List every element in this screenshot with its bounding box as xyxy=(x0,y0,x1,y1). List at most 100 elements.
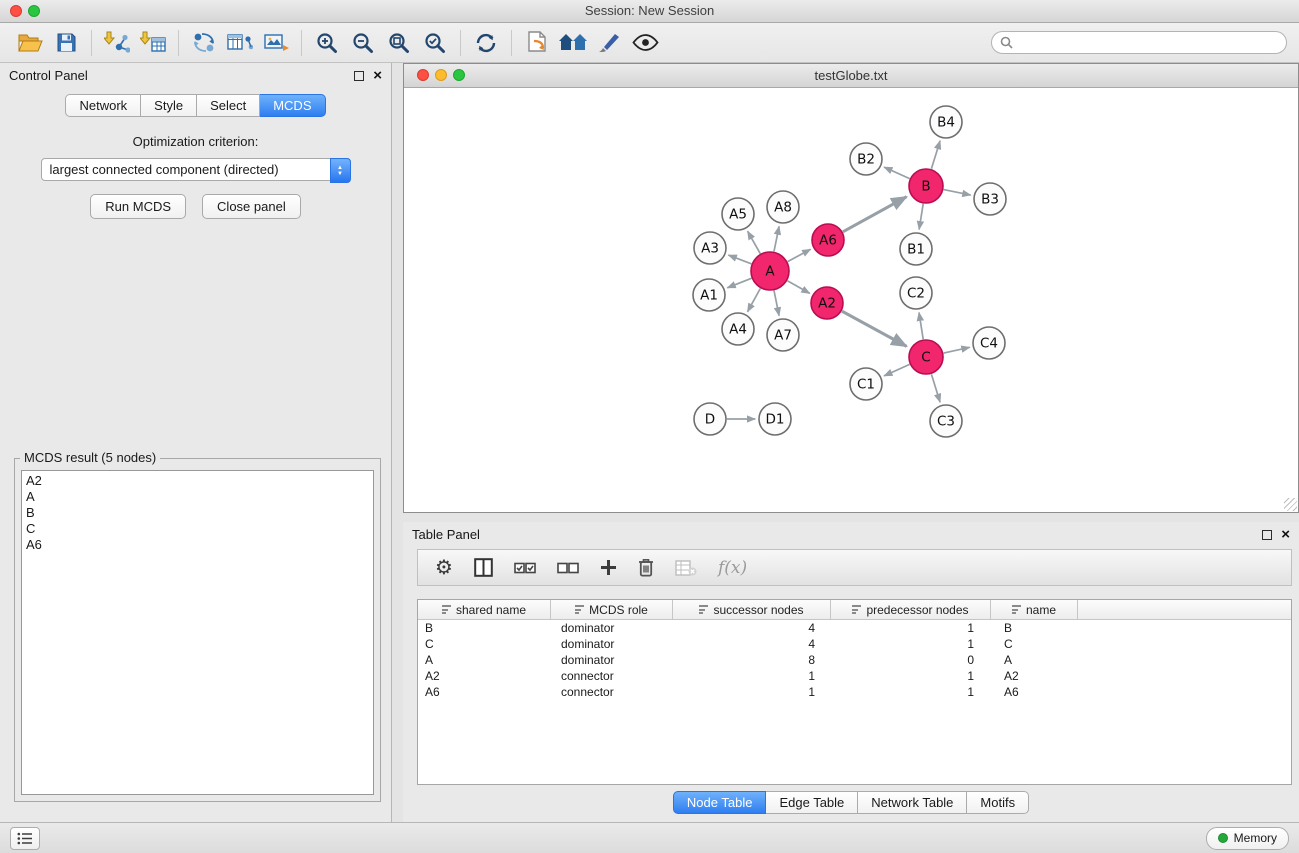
delete-table-button[interactable] xyxy=(675,560,697,576)
tab-style[interactable]: Style xyxy=(141,94,197,117)
export-image-button[interactable] xyxy=(258,27,294,59)
graph-node-C1[interactable]: C1 xyxy=(850,368,882,400)
graph-node-A6[interactable]: A6 xyxy=(812,224,844,256)
zoom-in-button[interactable] xyxy=(309,27,345,59)
delete-column-button[interactable] xyxy=(638,558,654,577)
float-table-panel-icon[interactable] xyxy=(1262,530,1272,540)
graph-node-A1[interactable]: A1 xyxy=(693,279,725,311)
column-header[interactable]: shared name xyxy=(418,600,551,619)
graph-node-A7[interactable]: A7 xyxy=(767,319,799,351)
function-builder-button[interactable]: f(x) xyxy=(718,558,747,578)
table-row[interactable]: Bdominator41B xyxy=(418,620,1291,636)
graph-node-D1[interactable]: D1 xyxy=(759,403,791,435)
search-input[interactable] xyxy=(1019,35,1278,51)
close-table-panel-icon[interactable]: × xyxy=(1281,530,1290,540)
graph-node-C2[interactable]: C2 xyxy=(900,277,932,309)
tab-select[interactable]: Select xyxy=(197,94,260,117)
table-row[interactable]: A6connector11A6 xyxy=(418,684,1291,700)
graph-node-C[interactable]: C xyxy=(909,340,943,374)
graph-edge-A-A6[interactable] xyxy=(788,249,811,261)
save-session-button[interactable] xyxy=(48,27,84,59)
mcds-result-item[interactable]: B xyxy=(26,505,369,521)
graph-node-B[interactable]: B xyxy=(909,169,943,203)
graph-node-B3[interactable]: B3 xyxy=(974,183,1006,215)
graph-node-A[interactable]: A xyxy=(751,252,789,290)
close-panel-button[interactable]: Close panel xyxy=(202,194,301,219)
mcds-result-item[interactable]: A6 xyxy=(26,537,369,553)
network-zoom-button[interactable] xyxy=(453,69,465,81)
node-table[interactable]: shared nameMCDS rolesuccessor nodesprede… xyxy=(417,599,1292,785)
table-row[interactable]: A2connector11A2 xyxy=(418,668,1291,684)
graph-edge-A-A2[interactable] xyxy=(787,281,809,294)
tab-mcds[interactable]: MCDS xyxy=(260,94,325,117)
refresh-view-button[interactable] xyxy=(468,27,504,59)
graph-edge-A-A4[interactable] xyxy=(748,289,761,312)
network-window[interactable]: testGlobe.txt A5A8A3A1A4A7AA6A2BB2B4B3B1… xyxy=(403,63,1299,513)
zoom-selected-button[interactable] xyxy=(417,27,453,59)
mcds-result-item[interactable]: A xyxy=(26,489,369,505)
graph-edge-B-B1[interactable] xyxy=(919,204,923,230)
memory-button[interactable]: Memory xyxy=(1206,827,1289,850)
graph-node-C3[interactable]: C3 xyxy=(930,405,962,437)
close-panel-icon[interactable]: × xyxy=(373,71,382,81)
select-all-button[interactable] xyxy=(514,561,536,575)
export-network-button[interactable] xyxy=(519,27,555,59)
tab-network-table[interactable]: Network Table xyxy=(858,791,967,814)
clone-network-button[interactable] xyxy=(186,27,222,59)
import-table-button[interactable] xyxy=(135,27,171,59)
tab-network[interactable]: Network xyxy=(65,94,141,117)
apply-style-button[interactable] xyxy=(591,27,627,59)
add-column-button[interactable] xyxy=(600,559,617,576)
task-history-button[interactable] xyxy=(10,827,40,850)
table-row[interactable]: Adominator80A xyxy=(418,652,1291,668)
show-graphics-details-button[interactable] xyxy=(627,27,663,59)
deselect-all-button[interactable] xyxy=(557,561,579,575)
graph-node-C4[interactable]: C4 xyxy=(973,327,1005,359)
tab-motifs[interactable]: Motifs xyxy=(967,791,1029,814)
graph-edge-A-A3[interactable] xyxy=(728,255,751,264)
home-button[interactable] xyxy=(555,27,591,59)
graph-edge-A-A8[interactable] xyxy=(774,226,779,251)
graph-edge-C-C2[interactable] xyxy=(919,313,923,340)
resize-grip-icon[interactable] xyxy=(1284,498,1297,511)
graph-node-A3[interactable]: A3 xyxy=(694,232,726,264)
graph-node-A5[interactable]: A5 xyxy=(722,198,754,230)
graph-node-A4[interactable]: A4 xyxy=(722,313,754,345)
graph-edge-A-A1[interactable] xyxy=(727,278,751,288)
network-window-titlebar[interactable]: testGlobe.txt xyxy=(404,64,1298,88)
graph-edge-A6-B[interactable] xyxy=(843,197,907,232)
graph-edge-B-B3[interactable] xyxy=(944,190,971,196)
graph-node-B4[interactable]: B4 xyxy=(930,106,962,138)
float-panel-icon[interactable] xyxy=(354,71,364,81)
search-box[interactable] xyxy=(991,31,1287,54)
import-network-button[interactable] xyxy=(99,27,135,59)
graph-edge-B-B4[interactable] xyxy=(931,141,940,169)
zoom-out-button[interactable] xyxy=(345,27,381,59)
window-titlebar[interactable]: Session: New Session xyxy=(0,0,1299,23)
graph-edge-C-C1[interactable] xyxy=(884,364,910,376)
show-columns-button[interactable] xyxy=(474,558,493,577)
graph-node-A2[interactable]: A2 xyxy=(811,287,843,319)
network-minimize-button[interactable] xyxy=(435,69,447,81)
graph-edge-A-A5[interactable] xyxy=(748,231,761,253)
graph-node-B2[interactable]: B2 xyxy=(850,143,882,175)
mcds-result-item[interactable]: C xyxy=(26,521,369,537)
mcds-result-item[interactable]: A2 xyxy=(26,473,369,489)
column-header[interactable]: MCDS role xyxy=(551,600,673,619)
network-canvas[interactable]: A5A8A3A1A4A7AA6A2BB2B4B3B1CC2C4C1C3DD1 xyxy=(404,88,1298,512)
network-svg[interactable]: A5A8A3A1A4A7AA6A2BB2B4B3B1CC2C4C1C3DD1 xyxy=(404,88,1298,512)
table-row[interactable]: Cdominator41C xyxy=(418,636,1291,652)
graph-node-D[interactable]: D xyxy=(694,403,726,435)
graph-edge-C-C4[interactable] xyxy=(944,347,970,353)
network-close-button[interactable] xyxy=(417,69,429,81)
column-header[interactable]: name xyxy=(991,600,1078,619)
tab-edge-table[interactable]: Edge Table xyxy=(766,791,858,814)
tab-node-table[interactable]: Node Table xyxy=(673,791,767,814)
criterion-dropdown[interactable]: largest connected component (directed) ▲… xyxy=(41,158,351,181)
graph-edge-C-C3[interactable] xyxy=(931,374,940,402)
open-session-button[interactable] xyxy=(12,27,48,59)
graph-edge-B-B2[interactable] xyxy=(884,167,910,179)
graph-node-A8[interactable]: A8 xyxy=(767,191,799,223)
table-settings-button[interactable]: ⚙ xyxy=(435,558,453,578)
run-mcds-button[interactable]: Run MCDS xyxy=(90,194,186,219)
